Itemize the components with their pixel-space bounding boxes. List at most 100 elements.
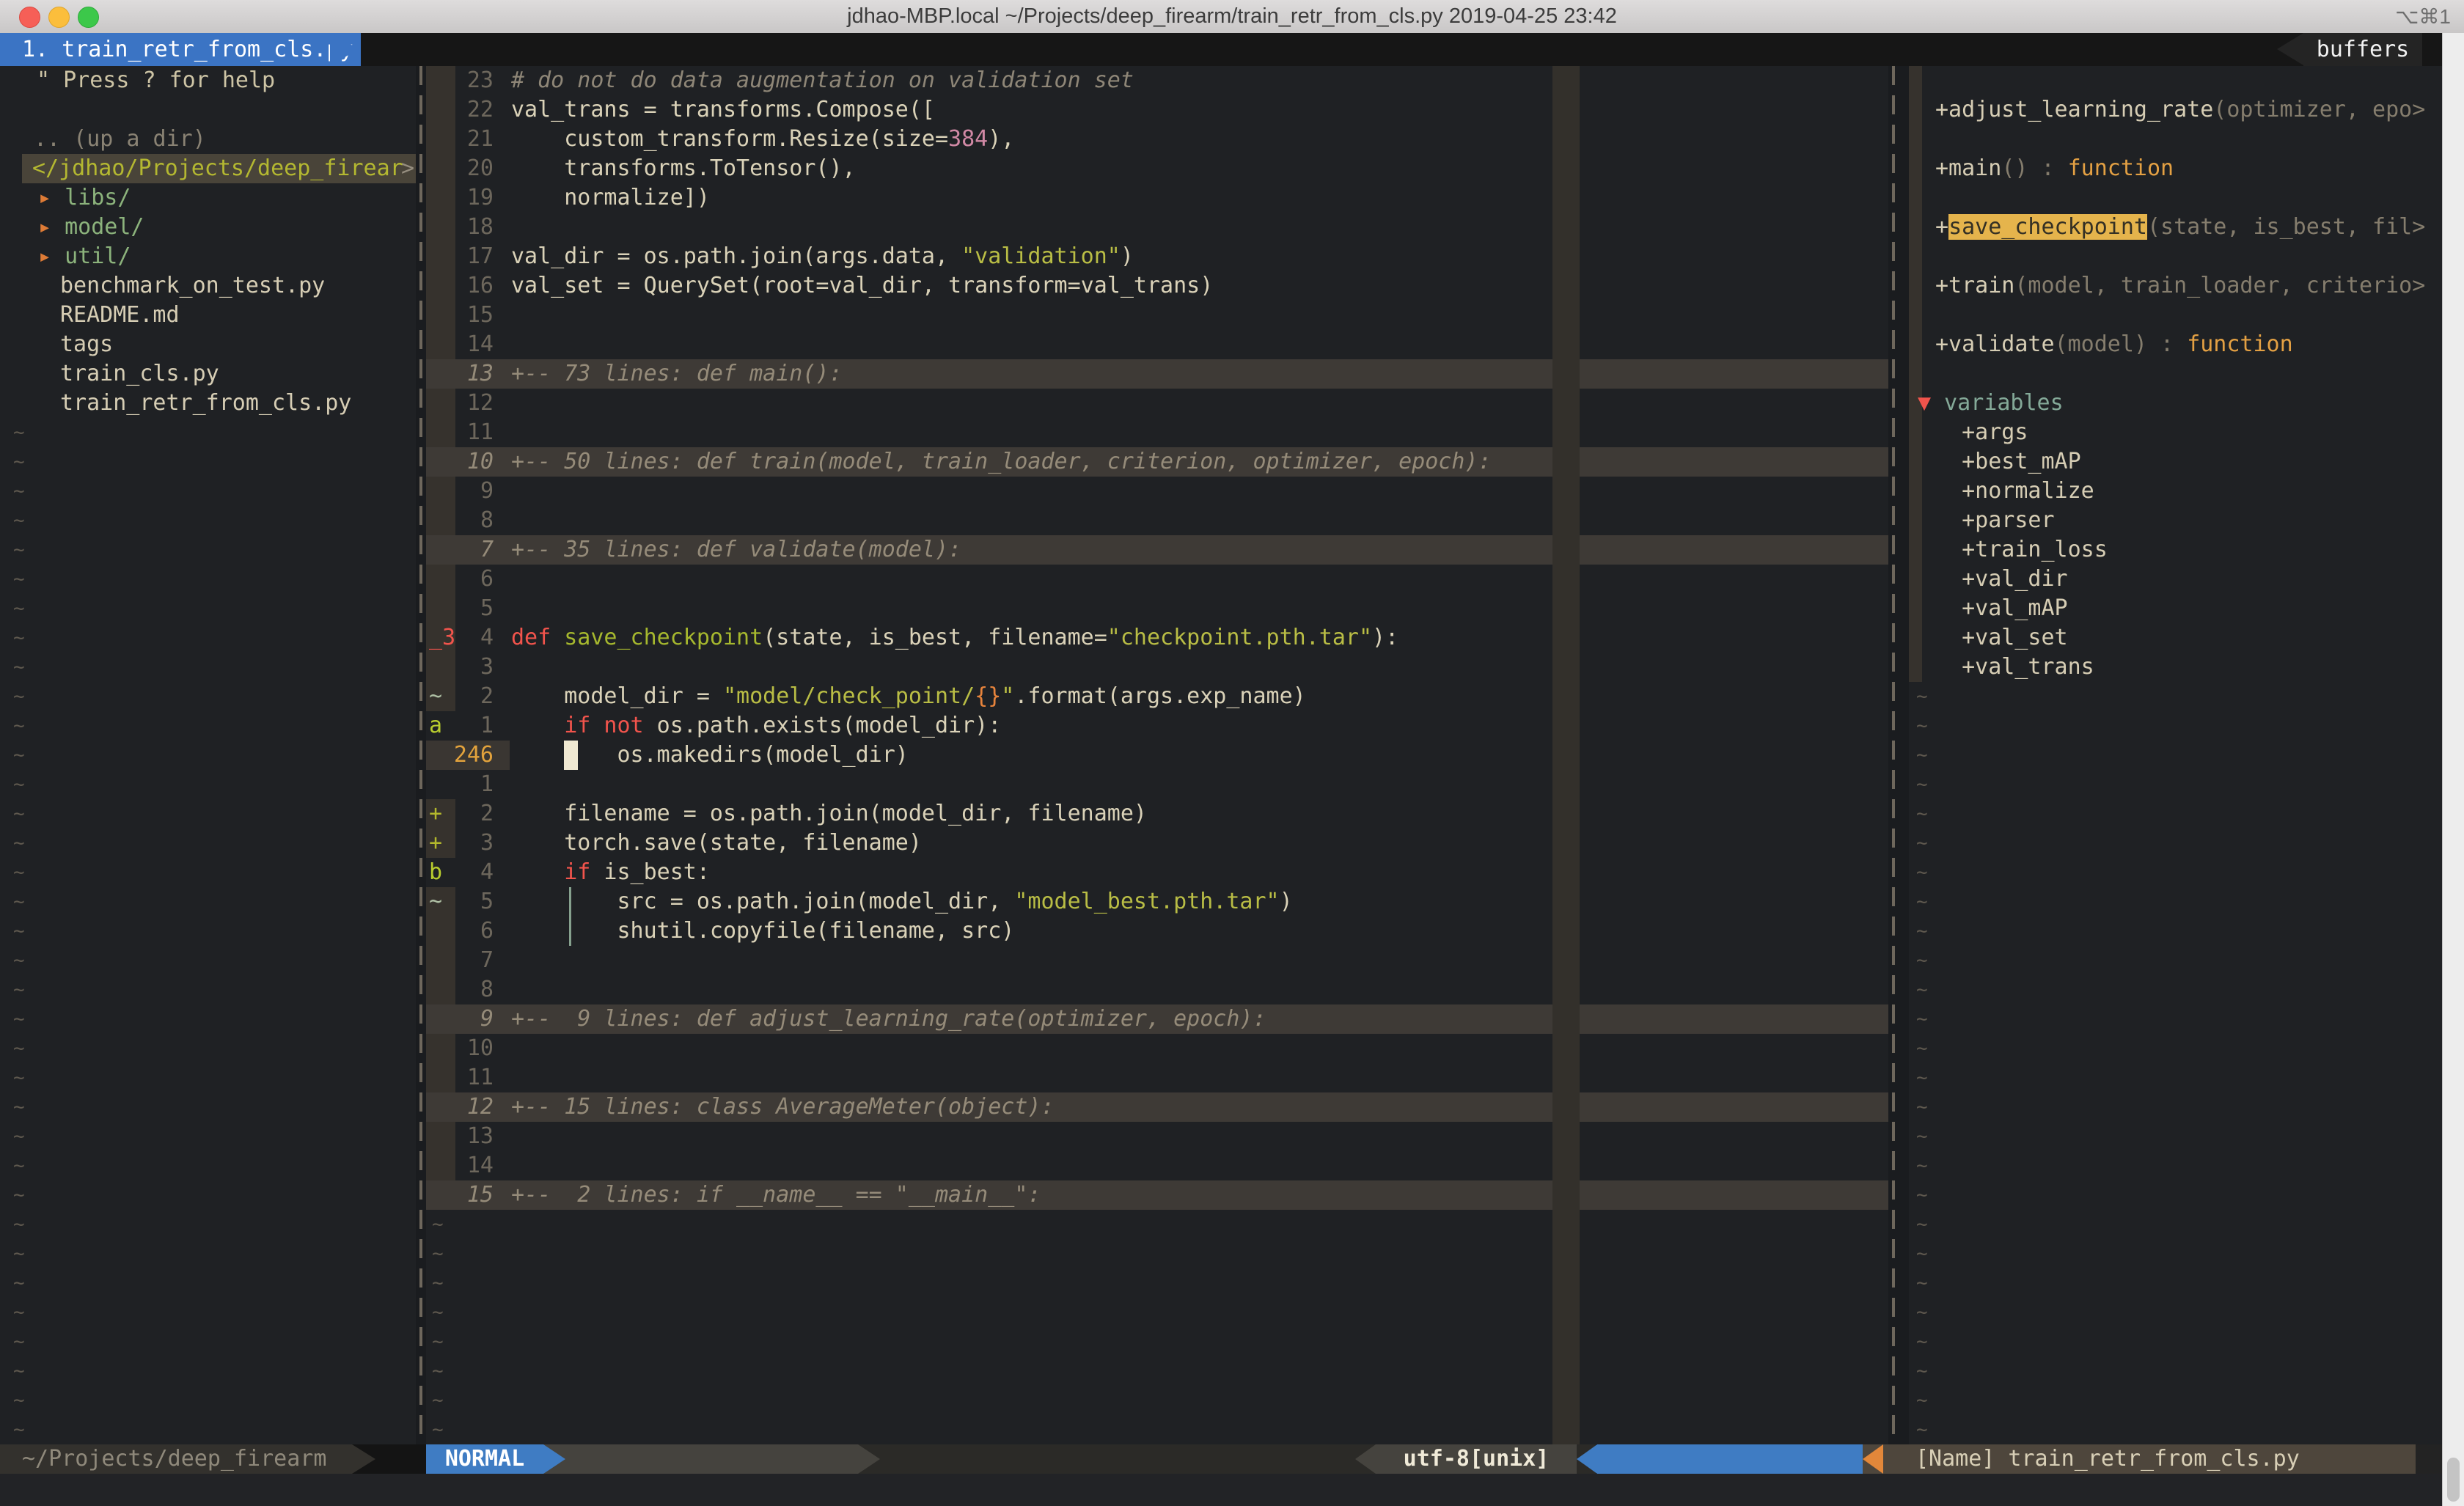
scrollbar-thumb[interactable]	[2447, 1458, 2460, 1502]
tree-row[interactable]: tags	[0, 330, 416, 359]
window-separator[interactable]	[416, 66, 426, 1444]
tag-row[interactable]: +best_mAP	[1909, 447, 2442, 477]
editor-row[interactable]: 6	[426, 565, 1888, 594]
tree-row[interactable]	[0, 95, 416, 125]
editor-row[interactable]: 23# do not do data augmentation on valid…	[426, 66, 1888, 95]
tree-row[interactable]: ▸ libs/	[0, 183, 416, 213]
editor-row[interactable]: ~2 model_dir = "model/check_point/{}".fo…	[426, 682, 1888, 711]
empty-line: ~	[1909, 1415, 2442, 1444]
editor-row[interactable]: +2 filename = os.path.join(model_dir, fi…	[426, 799, 1888, 829]
window-separator[interactable]	[1888, 66, 1909, 1444]
editor-row[interactable]: 5	[426, 594, 1888, 623]
scrollbar-track[interactable]	[2442, 33, 2464, 1506]
editor-row[interactable]: +3 torch.save(state, filename)	[426, 829, 1888, 858]
editor-row[interactable]: 9+-- 9 lines: def adjust_learning_rate(o…	[426, 1004, 1888, 1034]
editor-row[interactable]: 10	[426, 1034, 1888, 1063]
empty-line: ~	[0, 1239, 416, 1268]
empty-line: ~	[1909, 829, 2442, 858]
editor-row[interactable]: _34def save_checkpoint(state, is_best, f…	[426, 623, 1888, 653]
editor-row[interactable]: 21 custom_transform.Resize(size=384),	[426, 125, 1888, 154]
editor-row[interactable]: 6 shutil.copyfile(filename, src)	[426, 917, 1888, 946]
editor-row[interactable]: 17val_dir = os.path.join(args.data, "val…	[426, 242, 1888, 271]
tree-row[interactable]: .. (up a dir)	[0, 125, 416, 154]
editor-row[interactable]: 7	[426, 946, 1888, 975]
editor-row[interactable]: b4 if is_best:	[426, 858, 1888, 887]
tree-row[interactable]: " Press ? for help	[0, 66, 416, 95]
tree-row[interactable]: ▸ model/	[0, 213, 416, 242]
editor-row[interactable]: 20 transforms.ToTensor(),	[426, 154, 1888, 183]
editor-row[interactable]: 15	[426, 301, 1888, 330]
tag-row[interactable]: ▼ variables	[1909, 389, 2442, 418]
tag-row[interactable]: +normalize	[1909, 477, 2442, 506]
empty-line: ~	[1909, 1034, 2442, 1063]
tree-row[interactable]: train_cls.py	[0, 359, 416, 389]
empty-line: ~	[426, 1415, 1888, 1444]
editor-row[interactable]: 10+-- 50 lines: def train(model, train_l…	[426, 447, 1888, 477]
tag-row[interactable]	[1909, 183, 2442, 213]
file-tree: " Press ? for help .. (up a dir)</jdhao/P…	[0, 66, 416, 1444]
tree-row[interactable]: ▸ util/	[0, 242, 416, 271]
buffers-label[interactable]: buffers	[2303, 33, 2422, 66]
editor-row[interactable]: 14	[426, 1151, 1888, 1180]
editor-row[interactable]: 3	[426, 653, 1888, 682]
editor-row[interactable]: 15+-- 2 lines: if __name__ == "__main__"…	[426, 1180, 1888, 1210]
tag-row[interactable]	[1909, 301, 2442, 330]
editor-row[interactable]: 8	[426, 506, 1888, 535]
empty-line: ~	[0, 799, 416, 829]
editor-row[interactable]: 246 os.makedirs(model_dir)	[426, 741, 1888, 770]
editor-row[interactable]: 11	[426, 418, 1888, 447]
editor-row[interactable]: 12	[426, 389, 1888, 418]
editor-row[interactable]: 11	[426, 1063, 1888, 1092]
editor-row[interactable]: 13+-- 73 lines: def main():	[426, 359, 1888, 389]
tag-row[interactable]: +validate(model) : function	[1909, 330, 2442, 359]
empty-line: ~	[1909, 917, 2442, 946]
tree-row[interactable]: </jdhao/Projects/deep_firear>	[0, 154, 416, 183]
tag-row[interactable]: +save_checkpoint(state, is_best, fil>	[1909, 213, 2442, 242]
tag-row[interactable]: +adjust_learning_rate(optimizer, epo>	[1909, 95, 2442, 125]
editor-row[interactable]: 12+-- 15 lines: class AverageMeter(objec…	[426, 1092, 1888, 1122]
tag-row[interactable]: +train_loss	[1909, 535, 2442, 565]
editor-row[interactable]: 9	[426, 477, 1888, 506]
tag-row[interactable]: +main() : function	[1909, 154, 2442, 183]
tree-row[interactable]: README.md	[0, 301, 416, 330]
editor-row[interactable]: ~5 src = os.path.join(model_dir, "model_…	[426, 887, 1888, 917]
tag-row[interactable]	[1909, 242, 2442, 271]
empty-line: ~	[0, 623, 416, 653]
tag-row[interactable]	[1909, 125, 2442, 154]
empty-line: ~	[1909, 1122, 2442, 1151]
command-line	[0, 1474, 2464, 1506]
editor-row[interactable]: 1	[426, 770, 1888, 799]
editor-row[interactable]: 18	[426, 213, 1888, 242]
tag-row[interactable]: +val_mAP	[1909, 594, 2442, 623]
powerline-arrow-icon	[1577, 1444, 1597, 1474]
tag-row[interactable]: +val_trans	[1909, 653, 2442, 682]
chevron-left-icon	[2277, 33, 2303, 65]
editor-row[interactable]: 13	[426, 1122, 1888, 1151]
tree-row[interactable]: train_retr_from_cls.py	[0, 389, 416, 418]
empty-line: ~	[1909, 799, 2442, 829]
tag-row[interactable]: +val_set	[1909, 623, 2442, 653]
empty-line: ~	[1909, 1327, 2442, 1356]
tag-row[interactable]: +val_dir	[1909, 565, 2442, 594]
empty-line: ~	[0, 1210, 416, 1239]
tag-row[interactable]: +parser	[1909, 506, 2442, 535]
tree-row[interactable]: benchmark_on_test.py	[0, 271, 416, 301]
empty-line: ~	[1909, 711, 2442, 741]
tag-row[interactable]: +args	[1909, 418, 2442, 447]
empty-line: ~	[0, 1063, 416, 1092]
editor-row[interactable]: 19 normalize])	[426, 183, 1888, 213]
editor-row[interactable]: 8	[426, 975, 1888, 1004]
statusline-cwd: ~/Projects/deep_firearm	[0, 1444, 352, 1474]
editor-row[interactable]: 7+-- 35 lines: def validate(model):	[426, 535, 1888, 565]
editor-row[interactable]: 22val_trans = transforms.Compose([	[426, 95, 1888, 125]
tag-row[interactable]	[1909, 359, 2442, 389]
editor-row[interactable]: 14	[426, 330, 1888, 359]
editor-row[interactable]: a1 if not os.path.exists(model_dir):	[426, 711, 1888, 741]
tab-active[interactable]: 1. train_retr_from_cls.py	[0, 33, 361, 66]
tag-row[interactable]	[1909, 66, 2442, 95]
tag-row[interactable]: +train(model, train_loader, criterio>	[1909, 271, 2442, 301]
editor-row[interactable]: 16val_set = QuerySet(root=val_dir, trans…	[426, 271, 1888, 301]
editor: 23# do not do data augmentation on valid…	[426, 66, 1888, 1444]
gutter-sign: a	[429, 711, 442, 741]
tabline: 1. train_retr_from_cls.py buffers	[0, 33, 2464, 66]
